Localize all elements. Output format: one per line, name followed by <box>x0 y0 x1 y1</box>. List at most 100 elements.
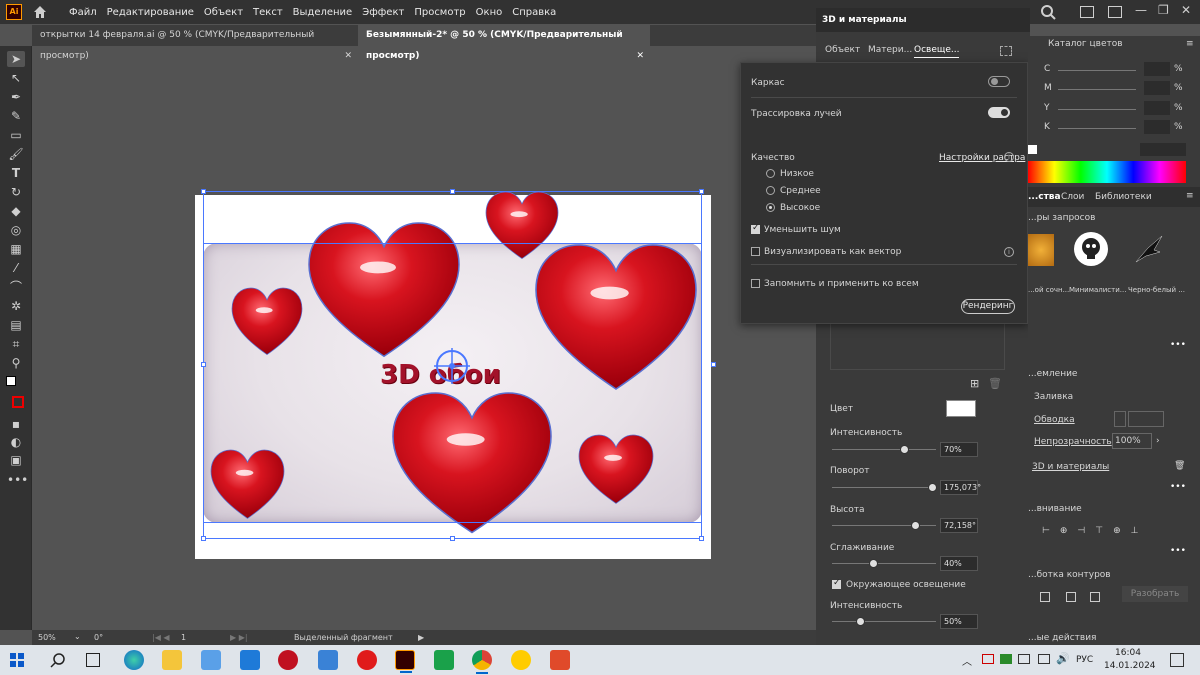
menu-window[interactable]: Окно <box>476 7 503 18</box>
app-icon[interactable] <box>434 650 454 670</box>
bird-thumbnail[interactable] <box>1132 232 1166 266</box>
ambient-light-checkbox[interactable] <box>832 578 841 589</box>
menu-type[interactable]: Текст <box>253 7 283 18</box>
yellow-slider[interactable] <box>1058 109 1136 110</box>
menu-file[interactable]: Файл <box>69 7 97 18</box>
quality-low-radio[interactable] <box>766 169 775 178</box>
slider-thumb[interactable] <box>868 559 878 568</box>
add-light-icon[interactable]: ⊞ <box>970 377 979 390</box>
tab-materials[interactable]: Матери... <box>868 45 912 55</box>
slider-thumb[interactable] <box>856 617 866 626</box>
rotation-value[interactable]: 0° <box>94 633 103 642</box>
search-icon[interactable] <box>1040 4 1056 20</box>
workspace-icon[interactable] <box>1108 6 1122 18</box>
more-options-icon[interactable]: ••• <box>1170 340 1186 350</box>
rotation-slider[interactable] <box>832 483 937 492</box>
clock-date[interactable]: 14.01.2024 <box>1104 661 1156 671</box>
stroke-label[interactable]: Обводка <box>1034 415 1075 425</box>
notifications-icon[interactable] <box>1170 653 1184 667</box>
stroke-weight-input[interactable] <box>1128 411 1164 427</box>
cyan-slider[interactable] <box>1058 70 1136 71</box>
magenta-slider[interactable] <box>1058 89 1136 90</box>
close-tab-icon[interactable]: ✕ <box>344 46 352 67</box>
opacity-arrow-icon[interactable]: › <box>1156 436 1160 446</box>
reduce-noise-checkbox[interactable] <box>751 223 760 234</box>
stroke-swatch[interactable] <box>12 396 24 408</box>
symbol-sprayer-tool-icon[interactable]: ✲ <box>7 298 25 314</box>
resize-handle[interactable] <box>450 536 455 541</box>
blend-tool-icon[interactable]: ⌒ <box>7 279 25 295</box>
artboard-tool-icon[interactable]: ⌗ <box>7 336 25 352</box>
raytrace-toggle[interactable] <box>988 107 1010 118</box>
selection-tool-icon[interactable]: ➤ <box>7 51 25 67</box>
task-view-icon[interactable] <box>86 653 100 667</box>
smoothing-value[interactable]: 40% <box>940 556 978 571</box>
zoom-dropdown-icon[interactable]: ⌄ <box>74 632 81 641</box>
align-vcenter-icon[interactable]: ⊕ <box>1113 526 1121 540</box>
graph-tool-icon[interactable]: ▤ <box>7 317 25 333</box>
intensity-slider[interactable] <box>832 445 936 454</box>
height-value[interactable]: 72,158° <box>940 518 978 533</box>
menu-help[interactable]: Справка <box>512 7 556 18</box>
file-explorer-icon[interactable] <box>162 650 182 670</box>
ambient-intensity-value[interactable]: 50% <box>940 614 978 629</box>
mail-icon[interactable] <box>240 650 260 670</box>
info-icon[interactable]: i <box>1004 152 1014 162</box>
remember-apply-all-checkbox[interactable] <box>751 279 760 288</box>
tab-lighting[interactable]: Освеще... <box>914 45 960 58</box>
artboard-nav-icon[interactable]: |◀ ◀ <box>152 633 170 642</box>
render-button[interactable]: Рендеринг <box>961 299 1015 314</box>
more-options-icon[interactable]: ••• <box>1170 482 1186 492</box>
info-icon[interactable]: i <box>1004 247 1014 257</box>
eraser-tool-icon[interactable]: ◆ <box>7 203 25 219</box>
resize-handle[interactable] <box>201 189 206 194</box>
home-icon[interactable] <box>32 4 48 20</box>
eyedropper-tool-icon[interactable]: ⁄ <box>7 260 25 276</box>
menu-effect[interactable]: Эффект <box>362 7 404 18</box>
more-options-icon[interactable]: ••• <box>1170 546 1186 556</box>
render-settings-icon[interactable] <box>1000 46 1012 56</box>
color-mode-icon[interactable]: ▪ <box>7 416 25 432</box>
drawing-mode-icon[interactable]: ◐ <box>7 434 25 450</box>
skull-thumbnail[interactable] <box>1074 232 1108 266</box>
network-icon[interactable] <box>1038 654 1050 664</box>
close-tab-icon[interactable]: ✕ <box>636 46 644 67</box>
maximize-button[interactable]: ❐ <box>1158 3 1169 17</box>
intensity-value[interactable]: 70% <box>940 442 978 457</box>
quality-high-radio[interactable] <box>766 203 775 212</box>
app-icon[interactable] <box>550 650 570 670</box>
media-app-icon[interactable] <box>278 650 298 670</box>
light-color-swatch[interactable] <box>946 400 976 417</box>
close-button[interactable]: ✕ <box>1181 3 1191 17</box>
screen-mode-icon[interactable]: ▣ <box>7 452 25 468</box>
warp-tool-icon[interactable]: ◎ <box>7 222 25 238</box>
tray-expand-icon[interactable]: ︿ <box>962 653 972 668</box>
panel-menu-icon[interactable]: ≡ <box>1186 39 1194 49</box>
artboard-nav-next-icon[interactable]: ▶ ▶| <box>230 633 248 642</box>
white-swatch[interactable] <box>1028 145 1037 154</box>
rotation-value[interactable]: 175,073° <box>940 480 981 495</box>
direct-selection-tool-icon[interactable]: ↖ <box>7 70 25 86</box>
start-icon[interactable] <box>10 653 24 667</box>
cyan-input[interactable] <box>1144 62 1170 76</box>
resize-handle[interactable] <box>450 189 455 194</box>
minus-front-icon[interactable] <box>1066 592 1076 602</box>
gradient-tool-icon[interactable]: ▦ <box>7 241 25 257</box>
resize-handle[interactable] <box>201 362 206 367</box>
ambient-intensity-slider[interactable] <box>832 617 936 626</box>
slider-thumb[interactable] <box>927 483 937 492</box>
quality-medium-radio[interactable] <box>766 186 775 195</box>
burger-thumbnail[interactable] <box>1028 234 1054 266</box>
delete-effect-icon[interactable]: 🗑 <box>1174 461 1185 471</box>
tab-libraries[interactable]: Библиотеки <box>1095 192 1152 202</box>
delete-light-icon[interactable]: 🗑 <box>988 377 1002 390</box>
minimize-button[interactable]: — <box>1135 3 1147 17</box>
black-slider[interactable] <box>1058 128 1136 129</box>
3d-effect-link[interactable]: 3D и материалы <box>1032 462 1109 472</box>
align-bottom-icon[interactable]: ⊥ <box>1131 526 1139 540</box>
opacity-label[interactable]: Непрозрачность <box>1034 437 1112 447</box>
search-icon[interactable] <box>50 652 66 668</box>
pen-tool-icon[interactable]: ✒ <box>7 89 25 105</box>
store-icon[interactable] <box>201 650 221 670</box>
align-right-icon[interactable]: ⊣ <box>1077 526 1085 540</box>
